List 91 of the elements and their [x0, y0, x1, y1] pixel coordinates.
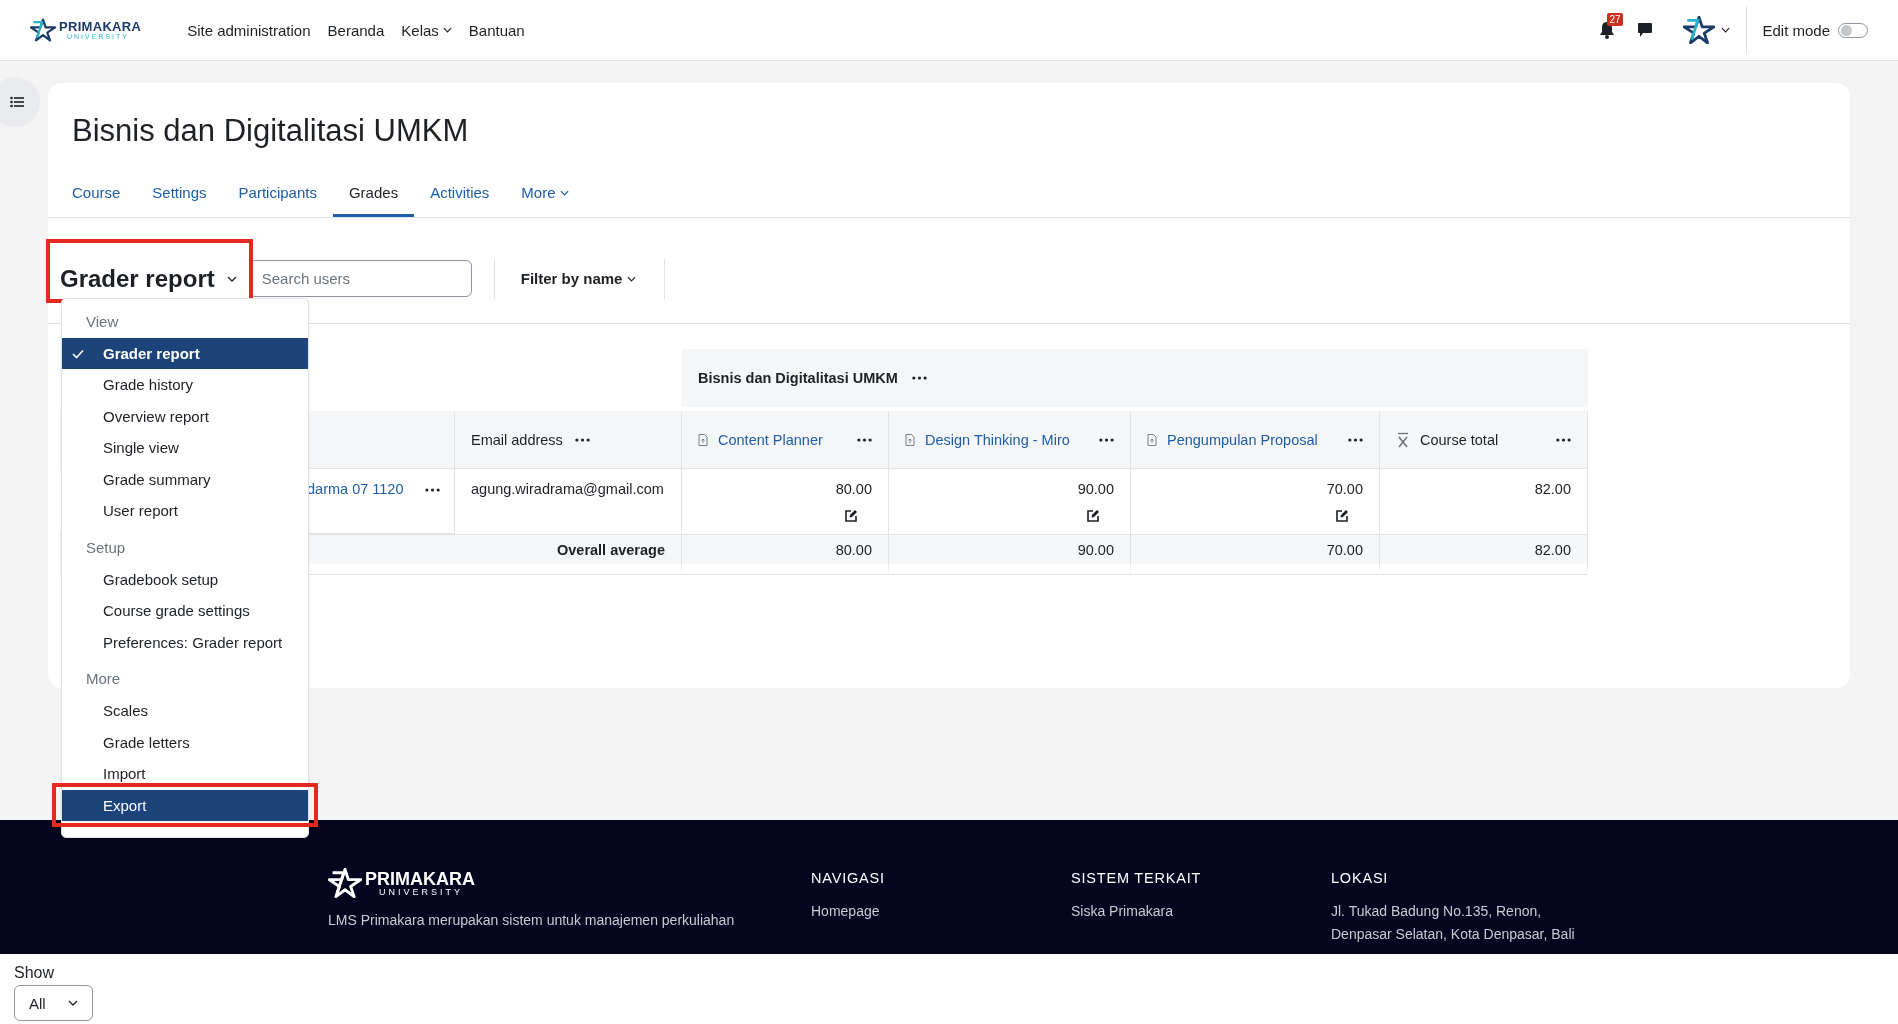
- star-logo-icon: [328, 868, 362, 898]
- user-menu[interactable]: [1683, 16, 1731, 44]
- average-cell: 82.00: [1380, 534, 1588, 574]
- column-link[interactable]: Content Planner: [718, 431, 823, 448]
- average-label: Overall average: [556, 541, 665, 558]
- mean-icon: [1396, 431, 1410, 448]
- footer-heading: SISTEM TERKAIT: [1071, 870, 1203, 886]
- column-label: Course total: [1420, 431, 1499, 448]
- menu-section-heading: More: [85, 669, 122, 689]
- course-tab[interactable]: Participants: [222, 184, 333, 217]
- filter-by-name-button[interactable]: Filter by name: [514, 269, 643, 288]
- menu-item[interactable]: Single view: [62, 432, 308, 464]
- course-tab[interactable]: Grades: [332, 184, 415, 217]
- menu-item[interactable]: Preferences: Grader report: [62, 626, 308, 658]
- more-icon[interactable]: [574, 437, 590, 442]
- more-icon[interactable]: [1099, 437, 1114, 442]
- logo-name: PRIMAKARA: [365, 869, 475, 888]
- star-logo-icon: [30, 18, 56, 42]
- course-title: Bisnis dan Digitalitasi UMKM: [71, 112, 470, 150]
- check-icon: [72, 348, 84, 359]
- chevron-down-icon: [559, 189, 569, 196]
- chevron-down-icon: [68, 1000, 78, 1006]
- grade-value: 70.00: [1326, 481, 1363, 497]
- footer-link[interactable]: Homepage: [811, 900, 1071, 923]
- menu-item[interactable]: Overview report: [62, 400, 308, 432]
- footer-link[interactable]: Siska Primakara: [1071, 900, 1331, 923]
- column-label: Email address: [471, 431, 563, 448]
- course-index-toggle[interactable]: [0, 77, 40, 127]
- average-cell: 80.00: [682, 534, 889, 574]
- show-label: Show: [14, 964, 56, 982]
- menu-item[interactable]: User report: [62, 495, 308, 527]
- menu-item[interactable]: Gradebook setup: [62, 563, 308, 595]
- footer-heading: NAVIGASI: [811, 870, 886, 886]
- menu-item[interactable]: Grade letters: [62, 726, 308, 758]
- notification-count: 27: [1607, 13, 1623, 26]
- menu-item[interactable]: Scales: [62, 695, 308, 727]
- menu-item[interactable]: Export: [62, 789, 308, 821]
- file-icon: [905, 433, 915, 446]
- menu-item[interactable]: Course grade settings: [62, 595, 308, 627]
- course-tab[interactable]: More: [505, 184, 585, 217]
- grade-value: 90.00: [1077, 481, 1114, 497]
- edit-icon[interactable]: [1086, 509, 1100, 523]
- edit-mode-toggle[interactable]: [1838, 22, 1868, 38]
- footer-description: LMS Primakara merupakan sistem untuk manajemen perkuliahan: [328, 912, 736, 928]
- student-link[interactable]: darma 07 1120: [307, 481, 404, 497]
- more-icon[interactable]: [425, 488, 441, 492]
- footer-logo[interactable]: PRIMAKARA UNIVERSITY: [328, 868, 811, 898]
- menu-item[interactable]: Grade summary: [62, 463, 308, 495]
- average-cell: 90.00: [889, 534, 1131, 574]
- menu-section-heading: Setup: [85, 537, 127, 558]
- course-tab[interactable]: Course: [72, 184, 137, 217]
- column-link[interactable]: Design Thinking - Miro: [925, 431, 1070, 448]
- menu-item[interactable]: Import: [62, 758, 308, 790]
- chevron-down-icon: [442, 27, 452, 33]
- more-icon[interactable]: [857, 437, 872, 442]
- file-icon: [698, 433, 708, 446]
- nav-link[interactable]: Beranda: [327, 21, 385, 39]
- grade-value: 80.00: [835, 481, 872, 497]
- grade-value: 82.00: [1534, 481, 1571, 497]
- show-select[interactable]: All: [14, 985, 93, 1021]
- menu-item[interactable]: Grader report: [62, 337, 308, 369]
- course-tab[interactable]: Activities: [414, 184, 506, 217]
- more-icon[interactable]: [1556, 437, 1571, 442]
- file-icon: [1147, 433, 1157, 446]
- logo-subtitle: UNIVERSITY: [379, 887, 464, 897]
- star-logo-icon: [1683, 16, 1716, 44]
- edit-icon[interactable]: [1335, 509, 1349, 523]
- chat-bubble-icon[interactable]: [1637, 22, 1654, 38]
- notification-bell-icon[interactable]: [1599, 21, 1616, 39]
- average-cell: 70.00: [1131, 534, 1380, 574]
- chevron-down-icon: [1721, 27, 1731, 33]
- chevron-down-icon: [226, 275, 237, 282]
- chevron-down-icon: [627, 275, 637, 282]
- footer-heading: LOKASI: [1331, 870, 1390, 886]
- column-link[interactable]: Pengumpulan Proposal: [1167, 431, 1318, 448]
- edit-icon[interactable]: [844, 509, 858, 523]
- nav-link[interactable]: Site administration: [187, 21, 311, 39]
- address-line: Denpasar Selatan, Kota Denpasar, Bali: [1331, 925, 1576, 944]
- more-icon[interactable]: [1348, 437, 1363, 442]
- list-icon: [10, 96, 24, 108]
- more-icon[interactable]: [911, 376, 927, 380]
- address-line: Jl. Tukad Badung No.135, Renon,: [1331, 902, 1543, 921]
- edit-mode-label: Edit mode: [1762, 21, 1830, 39]
- menu-item[interactable]: Grade history: [62, 369, 308, 401]
- menu-section-heading: View: [85, 311, 120, 332]
- logo-name: PRIMAKARA: [59, 20, 142, 33]
- course-tab[interactable]: Settings: [136, 184, 223, 217]
- nav-link[interactable]: Bantuan: [468, 21, 525, 39]
- report-selector[interactable]: Grader report: [60, 264, 237, 293]
- nav-link[interactable]: Kelas: [401, 21, 452, 39]
- category-title: Bisnis dan Digitalitasi UMKM: [698, 370, 898, 386]
